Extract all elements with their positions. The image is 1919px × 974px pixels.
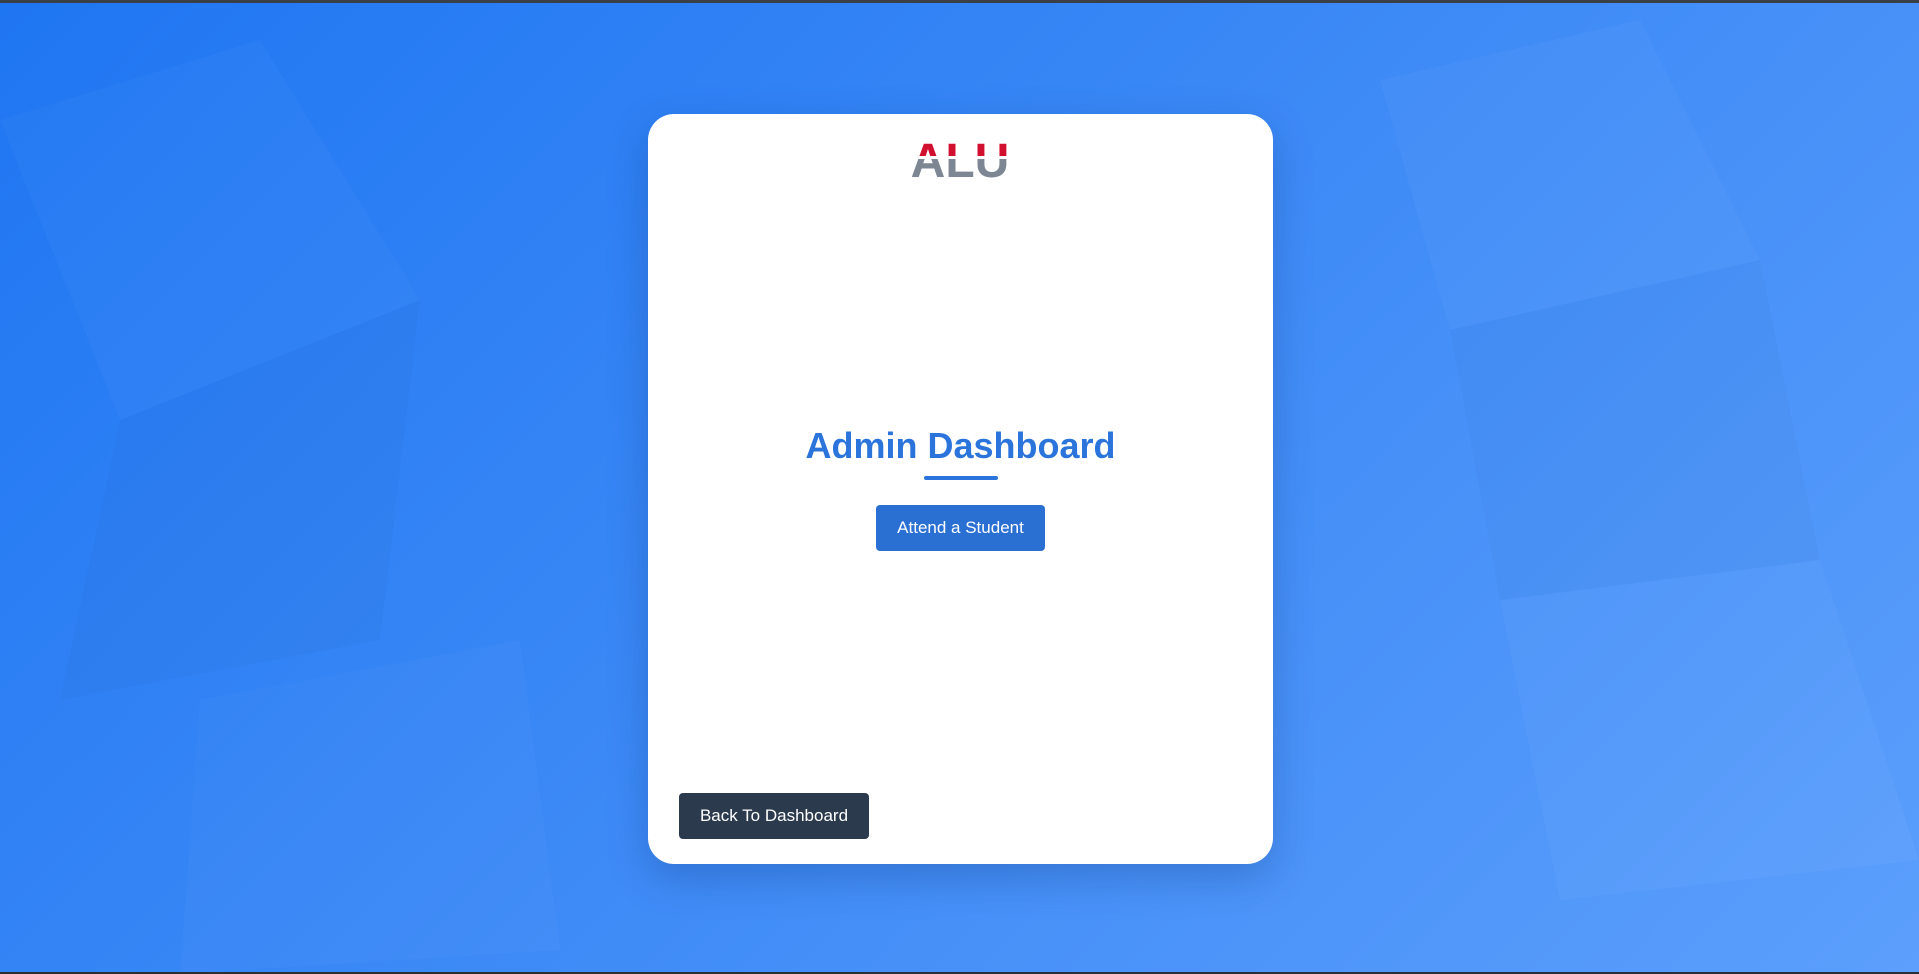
attend-student-button[interactable]: Attend a Student: [876, 505, 1045, 551]
dashboard-card: ALU ALU Admin Dashboard Attend a Student…: [648, 114, 1273, 864]
title-underline: [923, 475, 998, 480]
back-to-dashboard-button[interactable]: Back To Dashboard: [679, 793, 869, 839]
page-title: Admin Dashboard: [805, 425, 1116, 466]
title-section: Admin Dashboard: [648, 426, 1273, 480]
alu-logo: ALU ALU: [911, 137, 1010, 179]
window-top-border: [0, 0, 1919, 3]
